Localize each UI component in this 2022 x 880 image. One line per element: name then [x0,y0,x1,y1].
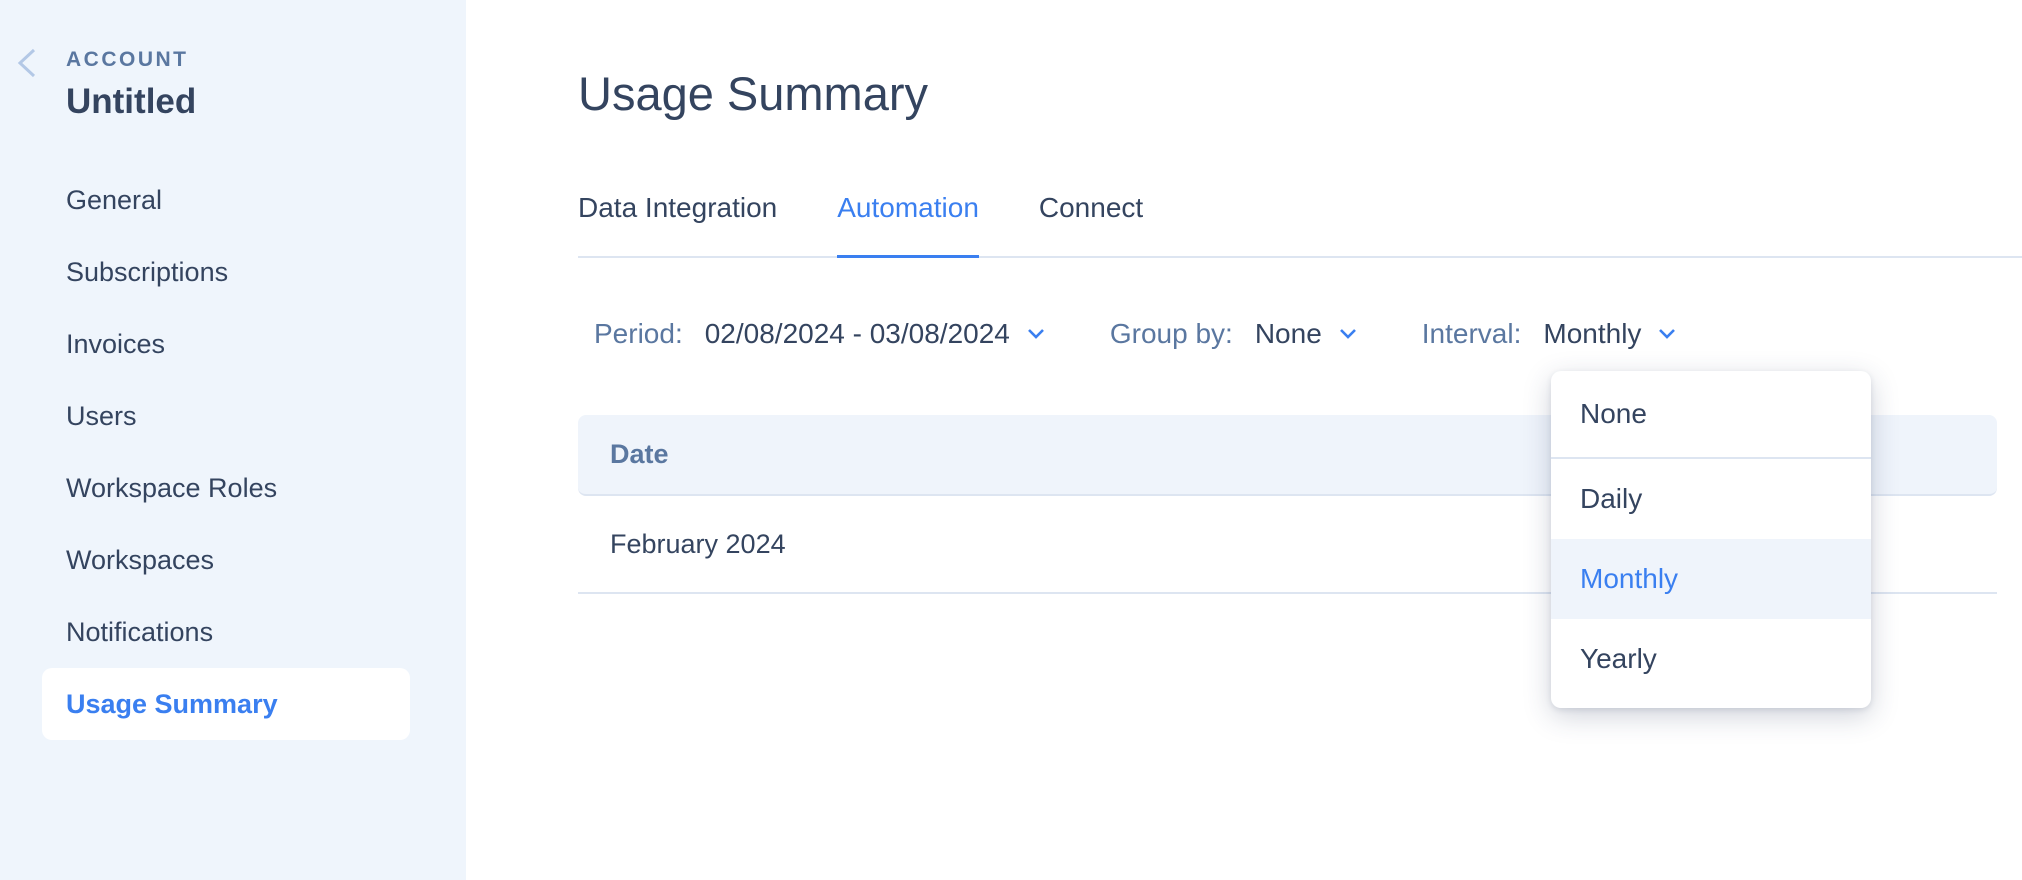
column-header-date[interactable]: Date [578,439,1532,470]
tab-data-integration[interactable]: Data Integration [578,186,777,256]
account-name: Untitled [66,82,197,121]
interval-select[interactable]: Interval: Monthly [1422,318,1678,350]
dropdown-option-none[interactable]: None [1551,371,1871,459]
group-by-select[interactable]: Group by: None [1110,318,1358,350]
chevron-down-icon [1659,329,1676,339]
chevron-down-icon [1027,329,1044,339]
sidebar-item-notifications[interactable]: Notifications [42,596,410,668]
sidebar-item-general[interactable]: General [42,164,410,236]
sidebar-nav: General Subscriptions Invoices Users Wor… [42,164,410,740]
sidebar-item-usage-summary[interactable]: Usage Summary [42,668,410,740]
filter-bar: Period: 02/08/2024 - 03/08/2024 Group by… [594,318,1741,350]
chevron-left-icon[interactable] [14,46,38,80]
interval-label: Interval: [1421,318,1522,349]
dropdown-option-monthly[interactable]: Monthly [1551,539,1871,619]
page-title: Usage Summary [578,67,928,120]
group-by-label: Group by: [1109,318,1233,349]
chevron-down-icon [1339,329,1356,339]
period-select[interactable]: Period: 02/08/2024 - 03/08/2024 [594,318,1046,350]
sidebar-item-workspaces[interactable]: Workspaces [42,524,410,596]
account-section-label: ACCOUNT [66,48,189,71]
tab-automation[interactable]: Automation [837,186,979,258]
period-value: 02/08/2024 - 03/08/2024 [704,318,1010,349]
sidebar-item-invoices[interactable]: Invoices [42,308,410,380]
interval-value: Monthly [1543,318,1642,349]
dropdown-option-daily[interactable]: Daily [1551,459,1871,539]
sidebar: ACCOUNT Untitled General Subscriptions I… [0,0,466,880]
tab-connect[interactable]: Connect [1039,186,1143,256]
sidebar-item-users[interactable]: Users [42,380,410,452]
tab-bar: Data Integration Automation Connect [578,186,2022,258]
cell-date: February 2024 [610,528,786,559]
group-by-value: None [1254,318,1322,349]
sidebar-item-subscriptions[interactable]: Subscriptions [42,236,410,308]
dropdown-option-yearly[interactable]: Yearly [1551,619,1871,699]
interval-dropdown-menu: None Daily Monthly Yearly [1551,371,1871,708]
period-label: Period: [594,318,683,349]
sidebar-item-workspace-roles[interactable]: Workspace Roles [42,452,410,524]
